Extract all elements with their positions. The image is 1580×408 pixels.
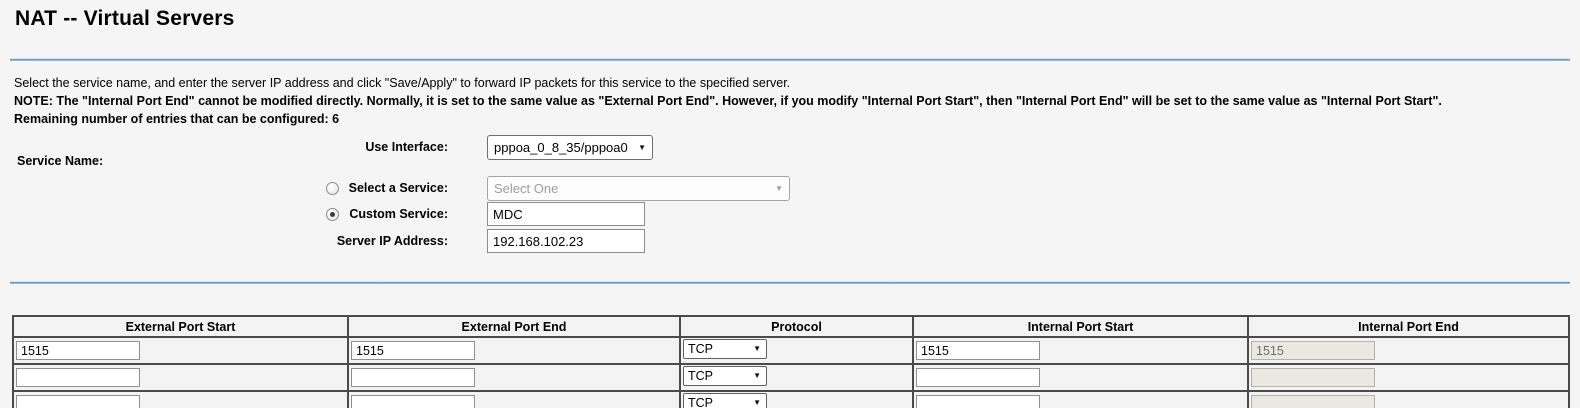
service-select-placeholder: Select One <box>494 181 558 196</box>
external-port-start-input[interactable] <box>16 395 140 408</box>
chevron-down-icon: ▼ <box>638 144 646 152</box>
col-header-internal-port-end: Internal Port End <box>1248 316 1569 337</box>
use-interface-selected-value: pppoa_0_8_35/pppoa0 <box>494 140 628 155</box>
note-text: NOTE: The "Internal Port End" cannot be … <box>14 92 1570 110</box>
internal-port-start-input[interactable] <box>916 368 1040 387</box>
protocol-selected-value: TCP <box>688 369 713 383</box>
custom-service-label: Custom Service: <box>0 202 448 227</box>
use-interface-select[interactable]: pppoa_0_8_35/pppoa0 ▼ <box>487 135 653 160</box>
internal-port-start-input[interactable] <box>916 341 1040 360</box>
external-port-start-input[interactable] <box>16 341 140 360</box>
chevron-down-icon: ▼ <box>753 399 761 407</box>
col-header-external-port-start: External Port Start <box>13 316 348 337</box>
table-header-row: External Port Start External Port End Pr… <box>13 316 1569 337</box>
table-row: TCP ▼ <box>13 391 1569 408</box>
col-header-internal-port-start: Internal Port Start <box>913 316 1248 337</box>
section-divider-middle <box>10 281 1570 284</box>
col-header-protocol: Protocol <box>680 316 913 337</box>
protocol-select[interactable]: TCP ▼ <box>683 339 767 359</box>
protocol-selected-value: TCP <box>688 396 713 408</box>
table-row: TCP ▼ <box>13 337 1569 364</box>
protocol-select[interactable]: TCP ▼ <box>683 393 767 408</box>
internal-port-end-input <box>1251 395 1375 408</box>
external-port-end-input[interactable] <box>351 368 475 387</box>
description-text: Select the service name, and enter the s… <box>14 74 1570 92</box>
chevron-down-icon: ▼ <box>775 185 783 193</box>
custom-service-row: Custom Service: <box>0 202 1580 228</box>
use-interface-row: Use Interface: pppoa_0_8_35/pppoa0 ▼ <box>0 135 1580 161</box>
external-port-end-input[interactable] <box>351 341 475 360</box>
port-mapping-table: External Port Start External Port End Pr… <box>12 315 1570 408</box>
custom-service-input[interactable] <box>487 202 645 226</box>
protocol-select[interactable]: TCP ▼ <box>683 366 767 386</box>
select-service-row: Select a Service: Select One ▼ <box>0 176 1580 202</box>
service-name-label: Service Name: <box>17 154 103 168</box>
external-port-end-input[interactable] <box>351 395 475 408</box>
chevron-down-icon: ▼ <box>753 372 761 380</box>
service-select: Select One ▼ <box>487 176 790 201</box>
nat-virtual-servers-page: NAT -- Virtual Servers Select the servic… <box>0 0 1580 408</box>
internal-port-start-input[interactable] <box>916 395 1040 408</box>
server-ip-row: Server IP Address: <box>0 229 1580 255</box>
remaining-entries-text: Remaining number of entries that can be … <box>14 110 1570 128</box>
select-service-label: Select a Service: <box>0 176 448 201</box>
page-title: NAT -- Virtual Servers <box>15 7 235 31</box>
description-block: Select the service name, and enter the s… <box>14 74 1570 128</box>
chevron-down-icon: ▼ <box>753 345 761 353</box>
server-ip-input[interactable] <box>487 229 645 253</box>
col-header-external-port-end: External Port End <box>348 316 680 337</box>
server-ip-label: Server IP Address: <box>0 229 448 254</box>
protocol-selected-value: TCP <box>688 342 713 356</box>
external-port-start-input[interactable] <box>16 368 140 387</box>
internal-port-end-input <box>1251 368 1375 387</box>
internal-port-end-input <box>1251 341 1375 360</box>
section-divider-top <box>10 58 1570 61</box>
table-row: TCP ▼ <box>13 364 1569 391</box>
